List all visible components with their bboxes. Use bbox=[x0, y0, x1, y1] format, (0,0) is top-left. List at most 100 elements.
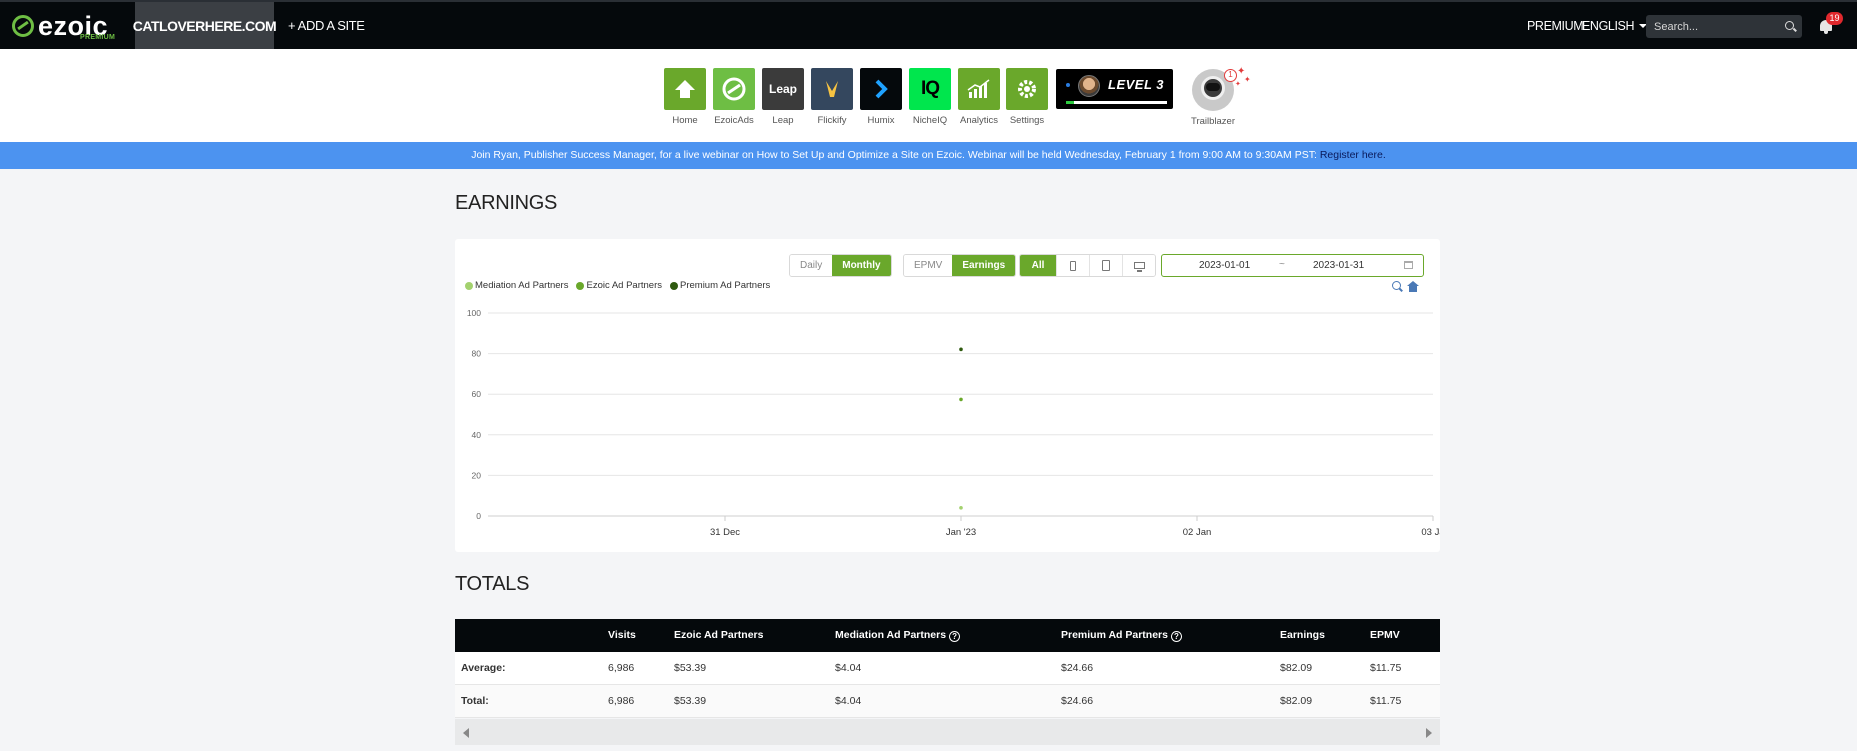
register-link[interactable]: Register here. bbox=[1320, 149, 1386, 161]
earnings-heading: EARNINGS bbox=[455, 192, 558, 214]
search-input[interactable] bbox=[1654, 15, 1774, 38]
desktop-icon bbox=[1133, 262, 1145, 272]
trailblazer-app[interactable]: 1 ✦ ✦ ✦ Trailblazer bbox=[1183, 67, 1251, 128]
level-progress-bar bbox=[1066, 101, 1167, 104]
app-home[interactable]: Home bbox=[664, 68, 706, 126]
ezoic-logo[interactable]: ezoic PREMIUM bbox=[12, 10, 115, 42]
y-tick-label: 60 bbox=[472, 389, 482, 399]
banner-text: Join Ryan, Publisher Success Manager, fo… bbox=[471, 149, 1320, 161]
app-label: Settings bbox=[1009, 115, 1045, 126]
column-header: Premium Ad Partners? bbox=[1061, 619, 1182, 652]
column-header-label: Mediation Ad Partners bbox=[835, 629, 947, 641]
column-header: Mediation Ad Partners? bbox=[835, 619, 961, 652]
table-cell: 6,986 bbox=[608, 662, 635, 674]
daily-button[interactable]: Daily bbox=[790, 255, 833, 276]
sparkle-icon: ✦ bbox=[1235, 81, 1241, 88]
scroll-right-icon[interactable] bbox=[1426, 728, 1432, 738]
table-cell: $24.66 bbox=[1061, 662, 1094, 674]
period-toggle: Daily Monthly bbox=[789, 254, 892, 277]
tablet-button[interactable] bbox=[1089, 255, 1122, 276]
help-icon[interactable]: ? bbox=[949, 631, 961, 642]
table-cell: $4.04 bbox=[835, 662, 862, 674]
table-cell: $53.39 bbox=[674, 662, 707, 674]
calendar-icon[interactable] bbox=[1404, 261, 1413, 269]
table-cell: $82.09 bbox=[1280, 662, 1313, 674]
language-dropdown[interactable]: ENGLISH bbox=[1582, 2, 1648, 49]
date-end[interactable]: 2023-01-31 bbox=[1313, 260, 1364, 271]
table-header: Visits Ezoic Ad Partners Mediation Ad Part… bbox=[455, 619, 1440, 652]
level-dot-icon bbox=[1066, 83, 1070, 87]
app-analytics[interactable]: Analytics bbox=[958, 68, 1000, 126]
legend-label: Ezoic Ad Partners bbox=[586, 280, 662, 291]
search-box bbox=[1646, 15, 1802, 38]
site-selector[interactable]: CATLOVERHERE.COM bbox=[133, 2, 277, 49]
leap-icon: Leap bbox=[762, 68, 804, 110]
column-header-label: EPMV bbox=[1370, 629, 1400, 641]
table-cell: $53.39 bbox=[674, 695, 707, 707]
legend-item[interactable]: Ezoic Ad Partners bbox=[576, 280, 662, 291]
sparkle-icon: ✦ bbox=[1244, 75, 1251, 84]
ezoic-logo-icon bbox=[12, 15, 34, 37]
legend-swatch bbox=[465, 281, 473, 290]
scroll-left-icon[interactable] bbox=[463, 728, 469, 738]
row-label: Total: bbox=[461, 695, 489, 707]
app-humix[interactable]: Humix bbox=[860, 68, 902, 126]
metric-toggle: EPMV Earnings bbox=[903, 254, 1017, 277]
y-tick-label: 80 bbox=[472, 349, 482, 359]
table-cell: $11.75 bbox=[1370, 662, 1402, 674]
earnings-chart: 0 20 40 60 80 100 31 Dec Jan '23 02 Jan 03 Ja bbox=[467, 308, 1440, 538]
level-progress-fill bbox=[1066, 101, 1075, 104]
level-badge[interactable]: LEVEL 3 bbox=[1056, 69, 1173, 109]
y-tick-label: 100 bbox=[467, 308, 481, 318]
nicheiq-icon: IQ bbox=[909, 68, 951, 110]
data-point[interactable] bbox=[959, 505, 963, 510]
notification-badge: 19 bbox=[1826, 12, 1843, 25]
legend-swatch bbox=[670, 281, 678, 290]
phone-button[interactable] bbox=[1056, 255, 1089, 276]
row-label: Average: bbox=[461, 662, 506, 674]
desktop-button[interactable] bbox=[1122, 255, 1155, 276]
zoom-icon[interactable] bbox=[1392, 281, 1401, 290]
top-navbar: ezoic PREMIUM CATLOVERHERE.COM + ADD A S… bbox=[0, 0, 1857, 49]
column-header-label: Premium Ad Partners bbox=[1061, 629, 1168, 641]
legend-swatch bbox=[576, 281, 585, 290]
data-point[interactable] bbox=[959, 347, 963, 352]
legend-item[interactable]: Mediation Ad Partners bbox=[465, 280, 568, 291]
premium-link[interactable]: PREMIUM bbox=[1527, 2, 1584, 49]
device-all-button[interactable]: All bbox=[1020, 255, 1056, 276]
add-site-link[interactable]: + ADD A SITE bbox=[288, 2, 365, 49]
ezoicads-icon bbox=[713, 68, 755, 110]
reset-zoom-home-icon[interactable] bbox=[1407, 281, 1419, 292]
data-point[interactable] bbox=[959, 397, 963, 402]
y-tick-label: 40 bbox=[472, 430, 482, 440]
legend-label: Mediation Ad Partners bbox=[475, 280, 569, 291]
y-tick-label: 20 bbox=[472, 470, 482, 480]
legend-item[interactable]: Premium Ad Partners bbox=[670, 280, 770, 291]
date-range-picker[interactable]: 2023-01-01 ~ 2023-01-31 bbox=[1161, 254, 1424, 277]
column-header-label: Visits bbox=[608, 629, 636, 641]
search-icon[interactable] bbox=[1785, 21, 1794, 30]
language-label: ENGLISH bbox=[1582, 19, 1635, 33]
column-header: Ezoic Ad Partners bbox=[674, 619, 763, 652]
epmv-button[interactable]: EPMV bbox=[904, 255, 953, 276]
table-cell: $82.09 bbox=[1280, 695, 1313, 707]
horizontal-scrollbar[interactable] bbox=[455, 719, 1440, 745]
date-start[interactable]: 2023-01-01 bbox=[1199, 260, 1250, 271]
chart-legend: Mediation Ad Partners Ezoic Ad Partners Pr… bbox=[465, 280, 770, 291]
column-header: EPMV bbox=[1370, 619, 1400, 652]
webinar-banner: Join Ryan, Publisher Success Manager, fo… bbox=[0, 142, 1857, 169]
date-separator: ~ bbox=[1279, 259, 1285, 270]
help-icon[interactable]: ? bbox=[1170, 631, 1182, 642]
app-leap[interactable]: Leap Leap bbox=[762, 68, 804, 126]
x-tick-label: 02 Jan bbox=[1183, 527, 1212, 538]
legend-label: Premium Ad Partners bbox=[680, 280, 771, 291]
earnings-button[interactable]: Earnings bbox=[952, 255, 1016, 276]
table-cell: $4.04 bbox=[835, 695, 862, 707]
totals-table: Visits Ezoic Ad Partners Mediation Ad Part… bbox=[455, 619, 1440, 718]
app-ezoicads[interactable]: EzoicAds bbox=[713, 68, 755, 126]
app-settings[interactable]: Settings bbox=[1006, 68, 1048, 126]
app-flickify[interactable]: Flickify bbox=[811, 68, 853, 126]
column-header: Visits bbox=[608, 619, 636, 652]
monthly-button[interactable]: Monthly bbox=[832, 255, 891, 276]
app-nicheiq[interactable]: IQ NicheIQ bbox=[909, 68, 951, 126]
